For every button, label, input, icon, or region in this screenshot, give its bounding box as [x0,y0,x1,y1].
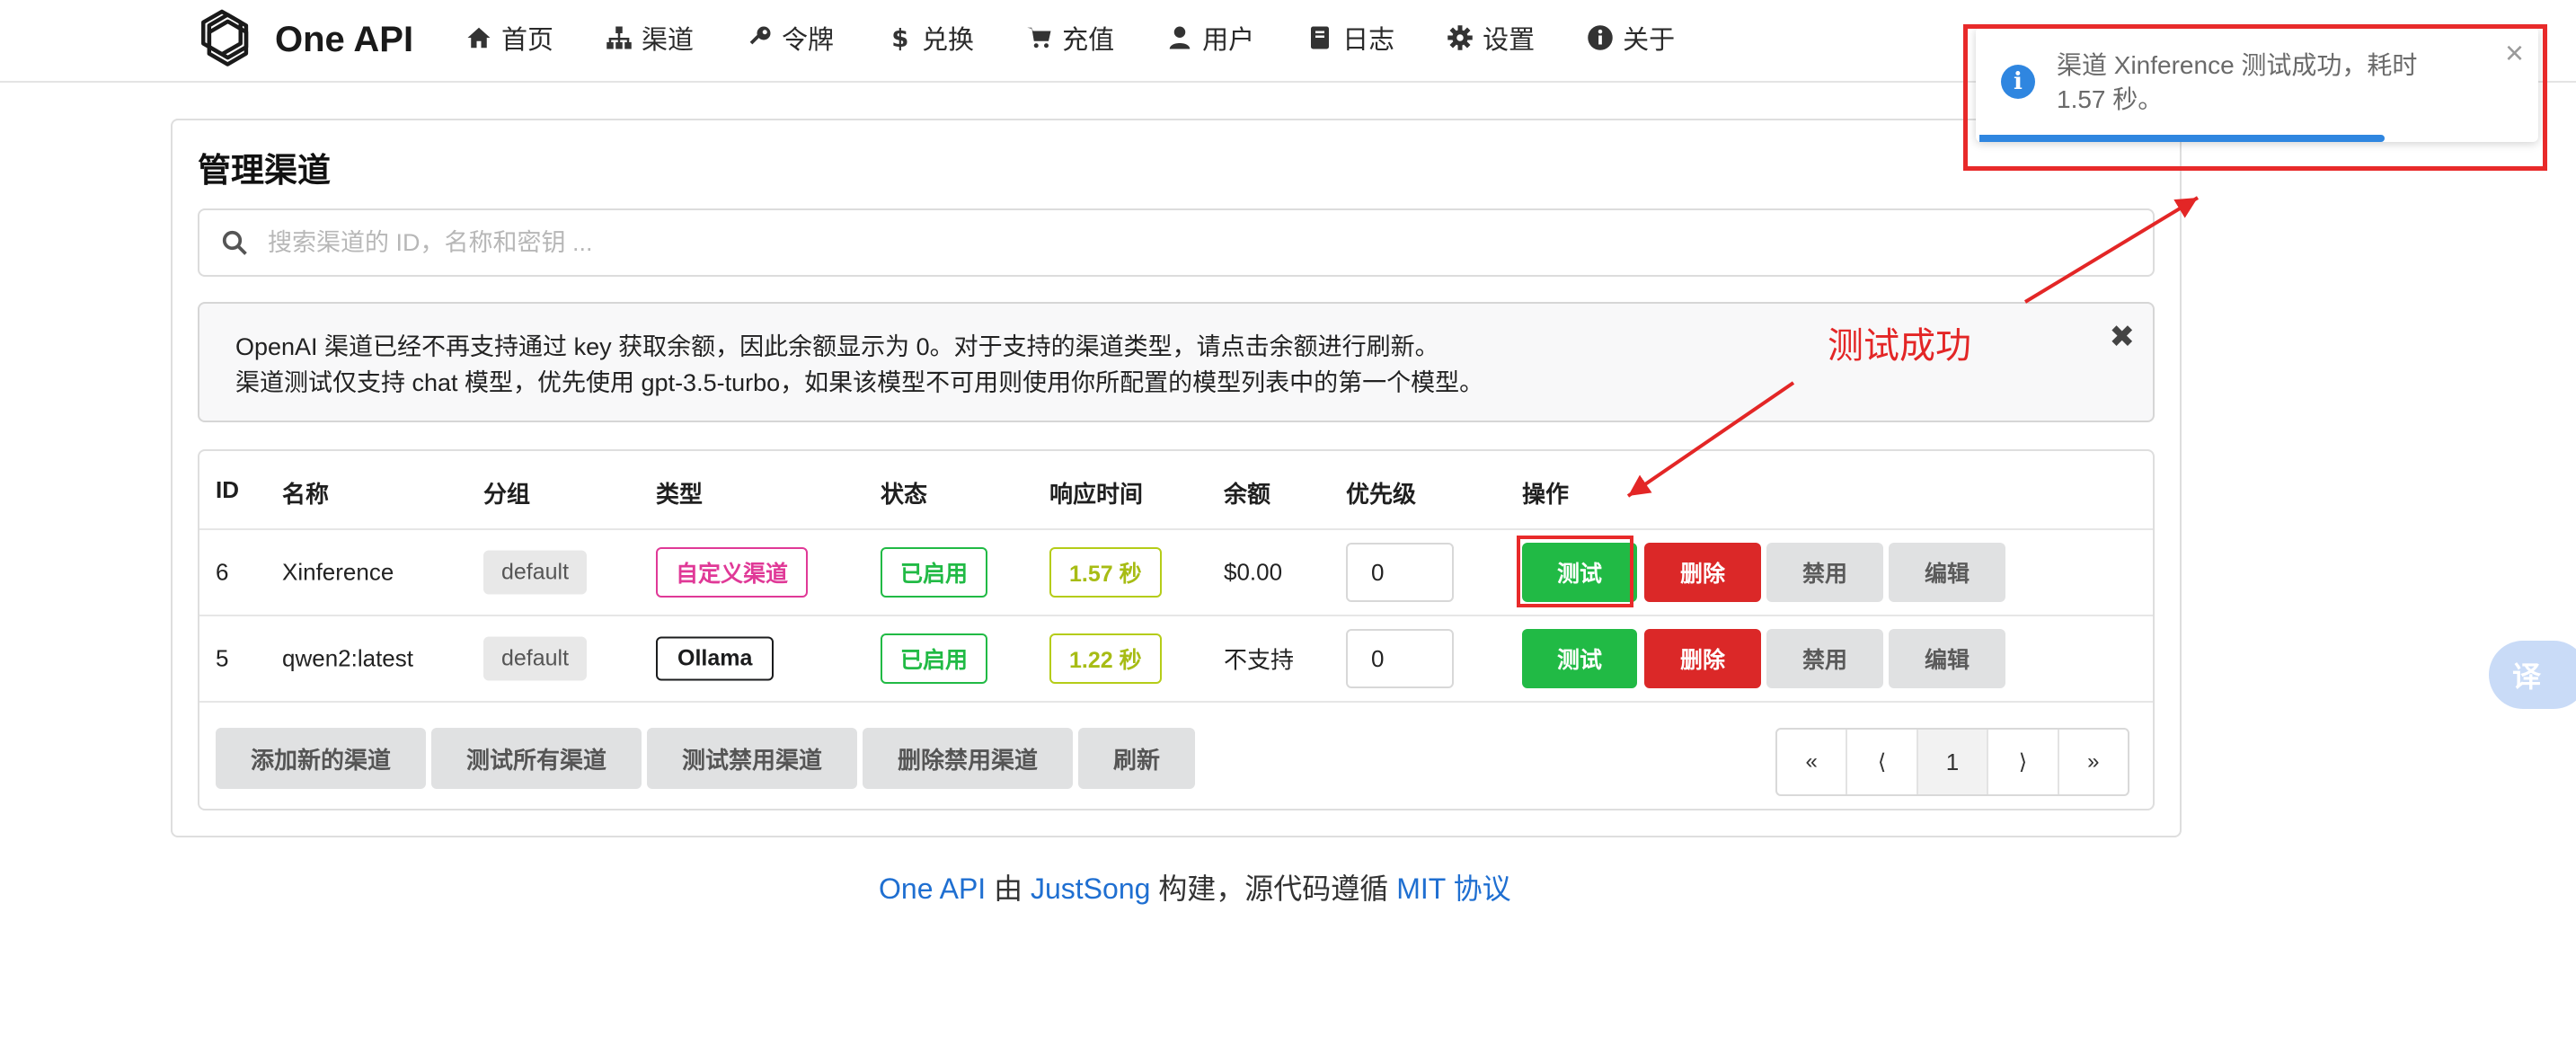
nav-item-channels[interactable]: 渠道 [606,19,694,57]
add-channel-button[interactable]: 添加新的渠道 [216,728,426,789]
status-badge: 已启用 [881,633,988,684]
cell-id: 5 [216,644,229,672]
table-header: ID 名称 分组 类型 状态 响应时间 余额 优先级 操作 [199,451,2153,530]
header-type[interactable]: 类型 [656,476,703,509]
test-all-button[interactable]: 测试所有渠道 [431,728,642,789]
info-icon [1588,25,1613,50]
pagination: « ⟨ 1 ⟩ » [1775,728,2129,796]
main-menu: 首页 渠道 令牌 $ 兑换 充值 用户 日志 设置 关于 [465,11,1727,65]
key-icon [749,26,771,45]
nav-item-settings[interactable]: 设置 [1447,19,1535,57]
disable-button[interactable]: 禁用 [1766,629,1883,688]
edit-button[interactable]: 编辑 [1889,543,2005,602]
header-id[interactable]: ID [216,476,239,504]
brand[interactable]: One API [189,4,413,75]
brand-name: One API [275,19,414,59]
header-group[interactable]: 分组 [483,476,530,509]
response-time-badge[interactable]: 1.22 秒 [1049,633,1162,684]
nav-item-about[interactable]: 关于 [1587,19,1675,57]
nav-label: 渠道 [642,26,695,55]
nav-item-tokens[interactable]: 令牌 [746,19,834,57]
nav-label: 兑换 [922,26,975,55]
footer-text: 构建，源代码遵循 [1158,872,1389,905]
table-footer: 添加新的渠道 测试所有渠道 测试禁用渠道 删除禁用渠道 刷新 « ⟨ 1 ⟩ » [199,712,2153,810]
edit-button[interactable]: 编辑 [1889,629,2005,688]
group-tag: default [483,550,588,595]
footer-author-link[interactable]: JustSong [1031,872,1150,905]
balance-value[interactable]: $0.00 [1224,559,1282,587]
notice-line-2: 渠道测试仅支持 chat 模型，优先使用 gpt-3.5-turbo，如果该模型… [235,369,1484,396]
footer-text: 由 [994,872,1023,905]
cart-icon [1027,27,1051,49]
nav-label: 首页 [501,26,554,55]
header-name[interactable]: 名称 [282,476,329,509]
header-actions: 操作 [1522,481,1570,508]
cell-id: 6 [216,558,229,586]
footer-app-link[interactable]: One API [879,872,986,905]
first-page-button[interactable]: « [1777,730,1848,794]
home-icon [467,27,491,49]
nav-label: 用户 [1202,26,1255,55]
openai-logo-icon [201,9,249,66]
test-button[interactable]: 测试 [1522,629,1637,688]
delete-disabled-button[interactable]: 删除禁用渠道 [863,728,1073,789]
type-tag: Ollama [656,636,775,681]
prev-page-button[interactable]: ⟨ [1847,730,1918,794]
cell-name: Xinference [282,558,394,586]
balance-value[interactable]: 不支持 [1224,642,1294,676]
close-icon[interactable]: ✖ [2110,322,2136,352]
delete-button[interactable]: 删除 [1644,543,1761,602]
search-input[interactable] [268,228,1975,257]
annotation-highlight-box [1963,24,2547,171]
nav-item-home[interactable]: 首页 [465,19,553,57]
refresh-button[interactable]: 刷新 [1078,728,1195,789]
dollar-icon: $ [891,24,908,51]
delete-button[interactable]: 删除 [1644,629,1761,688]
disable-button[interactable]: 禁用 [1766,543,1883,602]
priority-input[interactable] [1346,629,1454,688]
sitemap-icon [606,26,632,49]
header-balance[interactable]: 余额 [1224,476,1270,509]
response-time-badge[interactable]: 1.57 秒 [1049,547,1162,598]
last-page-button[interactable]: » [2059,730,2128,794]
priority-input[interactable] [1346,543,1454,602]
nav-item-topup[interactable]: 充值 [1026,19,1114,57]
nav-label: 令牌 [782,26,835,55]
svg-text:$: $ [891,24,908,51]
search-box[interactable] [198,208,2155,277]
status-badge: 已启用 [881,547,988,598]
nav-label: 日志 [1342,26,1395,55]
next-page-button[interactable]: ⟩ [1988,730,2059,794]
test-disabled-button[interactable]: 测试禁用渠道 [647,728,857,789]
search-icon [222,230,247,255]
page-1-button[interactable]: 1 [1917,730,1989,794]
nav-item-redeem[interactable]: $ 兑换 [886,19,974,57]
gear-icon [1447,25,1473,50]
nav-label: 充值 [1062,26,1115,55]
nav-label: 关于 [1623,26,1676,55]
group-tag: default [483,636,588,681]
annotation-label: 测试成功 [1828,326,1971,366]
page-title: 管理渠道 [198,152,331,189]
translate-icon: 译 [2512,660,2542,693]
channel-management-card: 管理渠道 OpenAI 渠道已经不再支持通过 key 获取余额，因此余额显示为 … [171,119,2182,837]
type-tag: 自定义渠道 [656,547,809,598]
annotation-highlight-box [1517,536,1633,607]
nav-item-logs[interactable]: 日志 [1306,19,1394,57]
translate-button[interactable]: 译 [2489,641,2576,709]
nav-label: 设置 [1483,26,1536,55]
header-status[interactable]: 状态 [881,476,927,509]
book-icon [1311,26,1330,49]
table-row: 5 qwen2:latest default Ollama 已启用 1.22 秒… [199,616,2153,703]
header-priority[interactable]: 优先级 [1346,476,1416,509]
cell-name: qwen2:latest [282,644,413,672]
channel-table: ID 名称 分组 类型 状态 响应时间 余额 优先级 操作 6 Xinferen… [198,449,2155,810]
user-icon [1169,26,1191,49]
header-response-time[interactable]: 响应时间 [1049,476,1143,509]
table-row: 6 Xinference default 自定义渠道 已启用 1.57 秒 $0… [199,530,2153,616]
nav-item-users[interactable]: 用户 [1166,19,1254,57]
footer-license-link[interactable]: MIT 协议 [1396,872,1510,905]
